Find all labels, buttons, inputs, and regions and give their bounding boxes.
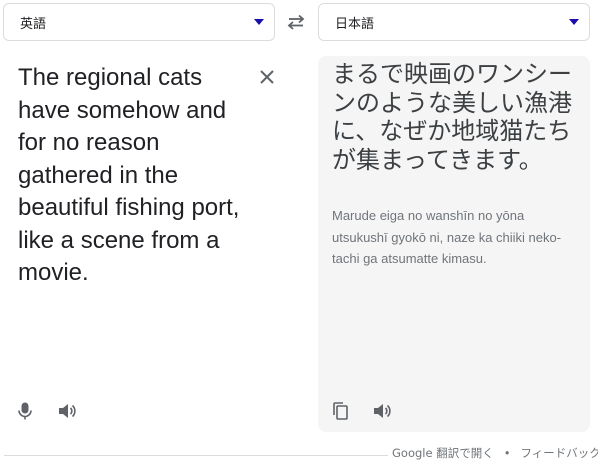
feedback-link[interactable]: フィードバック — [521, 445, 598, 461]
source-text[interactable]: The regional cats have somehow and for n… — [18, 62, 248, 290]
target-language-label: 日本語 — [335, 16, 375, 32]
speaker-icon[interactable] — [372, 401, 392, 421]
source-language-label: 英語 — [20, 16, 47, 32]
footer-divider — [4, 455, 388, 456]
chevron-down-icon — [569, 19, 579, 25]
source-text-panel[interactable]: The regional cats have somehow and for n… — [0, 50, 300, 435]
target-language-select[interactable]: 日本語 — [318, 3, 590, 41]
source-language-select[interactable]: 英語 — [3, 3, 275, 41]
speaker-icon[interactable] — [57, 401, 77, 421]
target-text-panel: まるで映画のワンシーンのような美しい漁港に、なぜか地域猫たちが集まってきます。 … — [318, 56, 590, 432]
swap-icon[interactable] — [285, 12, 307, 32]
transliteration-text: Marude eiga no wanshīn no yōna utsukushī… — [332, 208, 562, 266]
translated-text: まるで映画のワンシーンのような美しい漁港に、なぜか地域猫たちが集まってきます。 — [332, 60, 572, 174]
close-icon[interactable] — [258, 68, 276, 86]
open-in-google-translate-link[interactable]: Google 翻訳で開く — [392, 445, 494, 461]
footer-separator: • — [503, 446, 511, 460]
copy-icon[interactable] — [330, 401, 350, 421]
microphone-icon[interactable] — [15, 401, 35, 421]
chevron-down-icon — [254, 19, 264, 25]
footer: Google 翻訳で開く • フィードバック — [392, 445, 598, 461]
